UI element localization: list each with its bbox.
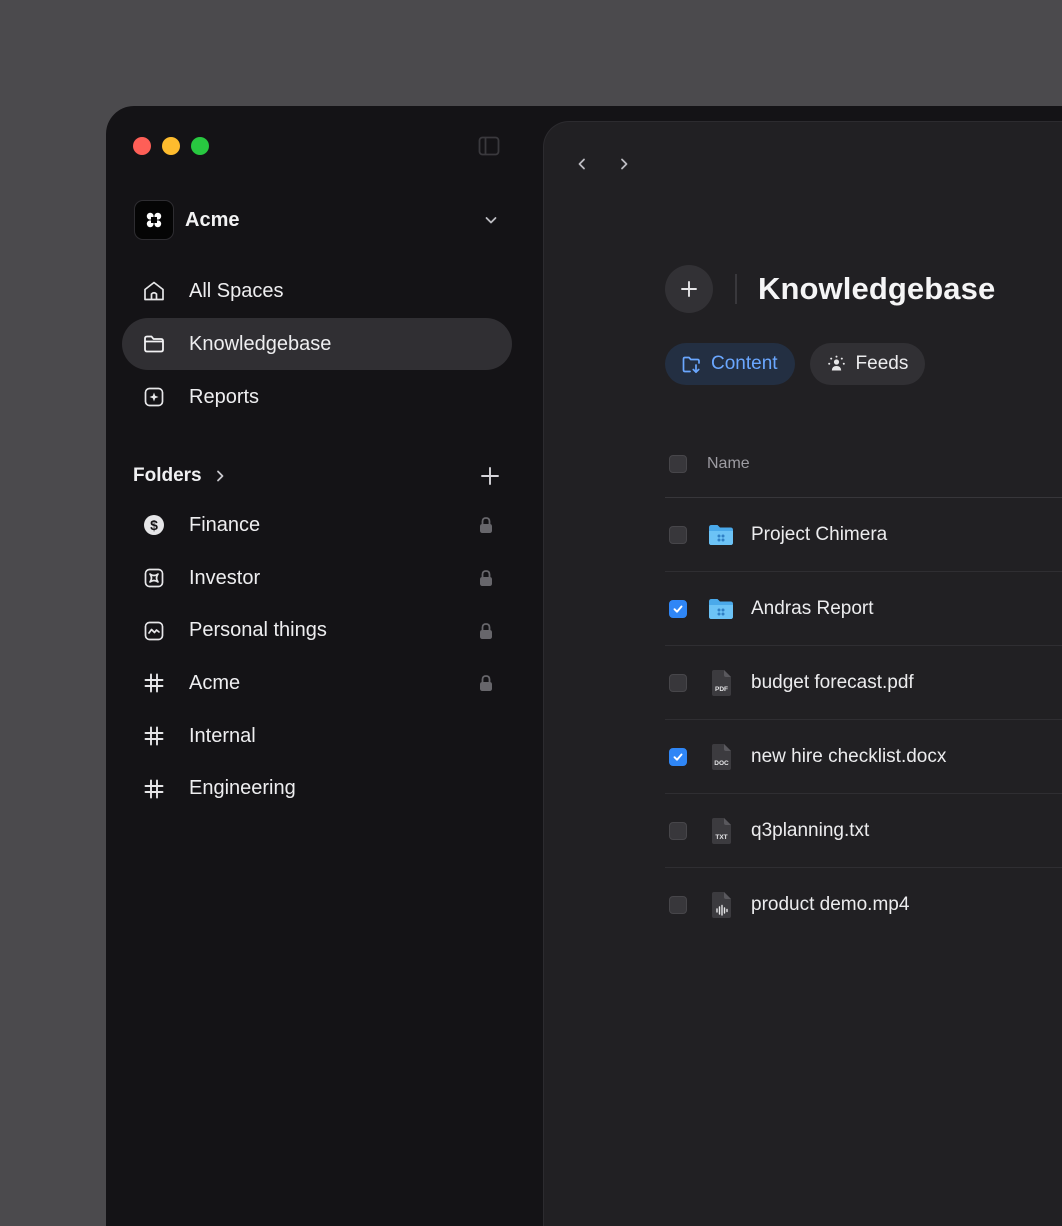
- nav-item-label: All Spaces: [189, 279, 284, 302]
- clover-square-icon: [142, 566, 166, 590]
- chart-square-icon: [142, 619, 166, 643]
- view-tabs: Content Feeds: [665, 343, 926, 385]
- folder-item-label: Acme: [189, 671, 241, 694]
- check-icon: [673, 753, 683, 761]
- pdf-file-icon: PDF: [708, 669, 734, 697]
- workspace-logo: [134, 200, 174, 240]
- forward-arrow-icon[interactable]: [614, 154, 634, 174]
- file-name: new hire checklist.docx: [751, 745, 947, 767]
- nav-item-all-spaces[interactable]: All Spaces: [122, 265, 512, 317]
- lock-icon: [478, 516, 494, 534]
- history-nav: [572, 154, 634, 174]
- table-row[interactable]: Andras Report: [665, 572, 1062, 646]
- table-row[interactable]: TXT q3planning.txt: [665, 794, 1062, 868]
- table-row[interactable]: DOC new hire checklist.docx: [665, 720, 1062, 794]
- page-header: Knowledgebase: [665, 265, 995, 313]
- check-icon: [673, 605, 683, 613]
- file-badge: DOC: [714, 760, 729, 767]
- folder-item-label: Internal: [189, 724, 256, 747]
- audio-video-file-icon: [708, 891, 734, 919]
- file-badge: PDF: [715, 686, 728, 693]
- table-row[interactable]: PDF budget forecast.pdf: [665, 646, 1062, 720]
- hash-icon: [142, 671, 166, 695]
- folders-list: $ Finance Investor Personal things Acme …: [122, 499, 512, 815]
- txt-file-icon: TXT: [708, 817, 734, 845]
- row-checkbox[interactable]: [669, 747, 687, 766]
- folder-icon: [708, 521, 734, 549]
- lock-icon: [478, 569, 494, 587]
- file-name: Project Chimera: [751, 523, 888, 545]
- folder-icon: [708, 595, 734, 623]
- row-checkbox[interactable]: [669, 525, 687, 544]
- page-title: Knowledgebase: [758, 271, 996, 306]
- window-controls: [133, 137, 209, 155]
- nav-item-label: Reports: [189, 385, 260, 408]
- add-folder-icon[interactable]: [479, 465, 501, 487]
- sidebar: Acme All Spaces Knowledgebase Reports Fo…: [106, 106, 543, 1226]
- lock-icon: [478, 674, 494, 692]
- tab-feeds[interactable]: Feeds: [809, 343, 926, 385]
- column-header-name: Name: [707, 455, 750, 472]
- workspace-name: Acme: [185, 208, 240, 231]
- row-checkbox[interactable]: [669, 599, 687, 618]
- hash-icon: [142, 724, 166, 748]
- lock-icon: [478, 622, 494, 640]
- tab-label: Feeds: [855, 353, 909, 374]
- hash-icon: [142, 777, 166, 801]
- nav-item-reports[interactable]: Reports: [122, 371, 512, 423]
- sparkle-square-icon: [142, 385, 166, 409]
- primary-nav: All Spaces Knowledgebase Reports: [122, 265, 512, 424]
- dollar-circle-icon: $: [142, 513, 166, 537]
- row-checkbox[interactable]: [669, 673, 687, 692]
- sidebar-toggle-icon[interactable]: [478, 136, 500, 156]
- folder-item-internal[interactable]: Internal: [122, 710, 512, 763]
- chevron-down-icon: [482, 211, 500, 229]
- plus-icon: [681, 281, 697, 297]
- add-item-button[interactable]: [665, 265, 713, 313]
- file-name: product demo.mp4: [751, 894, 910, 915]
- nav-item-label: Knowledgebase: [189, 332, 332, 355]
- table-row[interactable]: product demo.mp4: [665, 868, 1062, 942]
- folders-header: Folders: [133, 462, 501, 490]
- chevron-right-icon[interactable]: [212, 468, 228, 484]
- close-window-button[interactable]: [133, 137, 151, 155]
- folder-item-label: Finance: [189, 513, 261, 536]
- doc-file-icon: DOC: [708, 743, 734, 771]
- table-row[interactable]: Project Chimera: [665, 498, 1062, 572]
- file-badge: TXT: [715, 834, 727, 841]
- file-name: budget forecast.pdf: [751, 671, 914, 693]
- back-arrow-icon[interactable]: [572, 154, 592, 174]
- folder-download-icon: [681, 354, 702, 375]
- tab-content[interactable]: Content: [665, 343, 795, 385]
- folder-item-engineering[interactable]: Engineering: [122, 762, 512, 815]
- folder-item-label: Engineering: [189, 777, 296, 800]
- svg-text:$: $: [150, 517, 158, 533]
- maximize-window-button[interactable]: [191, 137, 209, 155]
- workspace-switcher[interactable]: Acme: [134, 200, 500, 240]
- folder-item-finance[interactable]: $ Finance: [122, 499, 512, 552]
- table-header: Name: [665, 431, 1062, 498]
- main-panel: Knowledgebase Content Feeds Name Project…: [543, 121, 1062, 1226]
- broadcast-icon: [826, 354, 847, 375]
- row-checkbox[interactable]: [669, 821, 687, 840]
- folders-title: Folders: [133, 465, 202, 486]
- folder-icon: [142, 332, 166, 356]
- home-icon: [142, 279, 166, 303]
- folder-item-label: Investor: [189, 566, 261, 589]
- app-window: Acme All Spaces Knowledgebase Reports Fo…: [106, 106, 1062, 1226]
- file-name: Andras Report: [751, 597, 874, 619]
- file-name: q3planning.txt: [751, 819, 870, 841]
- title-divider: [735, 274, 737, 304]
- folder-item-investor[interactable]: Investor: [122, 552, 512, 605]
- select-all-checkbox[interactable]: [669, 455, 687, 473]
- nav-item-knowledgebase[interactable]: Knowledgebase: [122, 318, 512, 370]
- minimize-window-button[interactable]: [162, 137, 180, 155]
- folder-item-label: Personal things: [189, 619, 327, 642]
- folder-item-personal-things[interactable]: Personal things: [122, 604, 512, 657]
- folder-item-acme[interactable]: Acme: [122, 657, 512, 710]
- row-checkbox[interactable]: [669, 896, 687, 914]
- file-table: Name Project Chimera Andras Report PDF b…: [665, 431, 1062, 942]
- tab-label: Content: [711, 353, 778, 374]
